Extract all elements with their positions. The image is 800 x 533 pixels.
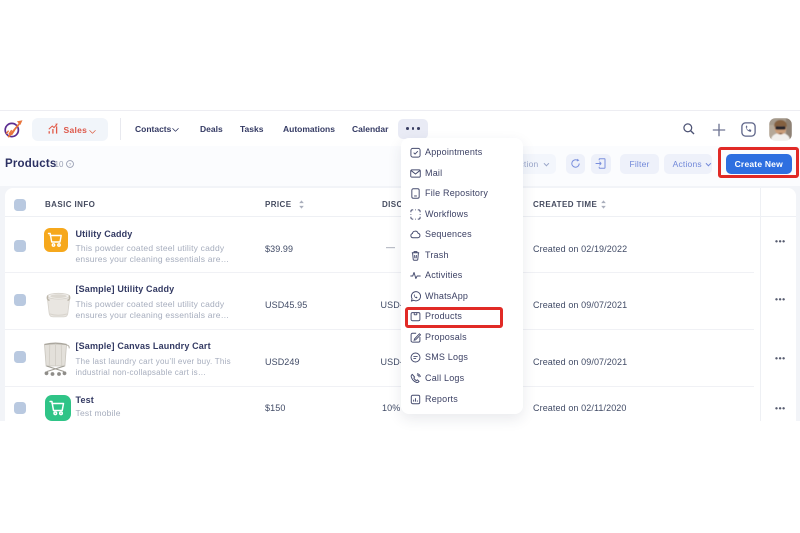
svg-text:?: ?: [69, 161, 72, 167]
